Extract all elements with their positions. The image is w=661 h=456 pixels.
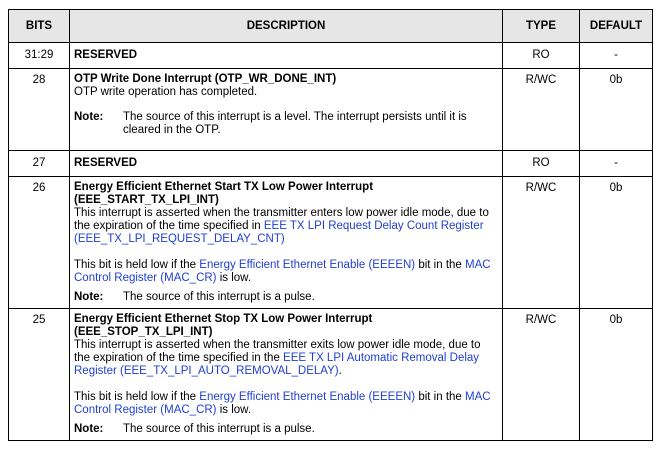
- field-title: OTP Write Done Interrupt (OTP_WR_DONE_IN…: [74, 73, 337, 85]
- note: Note: The source of this interrupt is a …: [74, 423, 498, 436]
- description-text: .: [338, 365, 342, 377]
- page: BITS DESCRIPTION TYPE DEFAULT 31:29 RESE…: [0, 0, 661, 456]
- bits-value: 31:29: [24, 49, 54, 61]
- bits-value: 28: [32, 74, 46, 86]
- table-row: 25 Energy Efficient Ethernet Stop TX Low…: [8, 308, 653, 441]
- header-bits: BITS: [8, 9, 70, 43]
- type-cell: R/WC: [502, 176, 580, 309]
- description-cell: Energy Efficient Ethernet Stop TX Low Po…: [69, 308, 503, 441]
- condition-text: bit in the: [415, 259, 466, 271]
- type-value: R/WC: [525, 182, 557, 194]
- default-cell: -: [579, 42, 653, 69]
- type-cell: R/WC: [502, 308, 580, 441]
- description-cell: RESERVED: [69, 150, 503, 177]
- type-value: RO: [532, 49, 550, 61]
- note: Note: The source of this interrupt is a …: [74, 111, 498, 137]
- type-cell: RO: [502, 150, 580, 177]
- default-value: 0b: [609, 314, 623, 326]
- header-description: DESCRIPTION: [69, 9, 503, 43]
- note-text: The source of this interrupt is a pulse.: [123, 423, 315, 435]
- bits-cell: 27: [8, 150, 70, 177]
- bits-cell: 26: [8, 176, 70, 309]
- field-description: This interrupt is asserted when the tran…: [74, 207, 498, 246]
- table-row: 28 OTP Write Done Interrupt (OTP_WR_DONE…: [8, 68, 653, 151]
- note: Note: The source of this interrupt is a …: [74, 291, 498, 304]
- note-text: The source of this interrupt is a level.…: [123, 111, 467, 136]
- condition-text: This bit is held low if the: [74, 259, 200, 271]
- type-value: R/WC: [525, 314, 557, 326]
- table-header-row: BITS DESCRIPTION TYPE DEFAULT: [8, 9, 653, 43]
- description-cell: Energy Efficient Ethernet Start TX Low P…: [69, 176, 503, 309]
- bits-value: 27: [32, 157, 46, 169]
- table-row: 27 RESERVED RO -: [8, 150, 653, 177]
- field-description: OTP write operation has completed.: [74, 86, 258, 98]
- default-cell: -: [579, 150, 653, 177]
- type-value: R/WC: [525, 74, 557, 86]
- default-value: -: [614, 49, 618, 61]
- field-condition: This bit is held low if the Energy Effic…: [74, 391, 498, 417]
- type-cell: RO: [502, 42, 580, 69]
- header-type: TYPE: [502, 9, 580, 43]
- note-label: Note:: [74, 423, 104, 435]
- bits-cell: 25: [8, 308, 70, 441]
- bits-cell: 31:29: [8, 42, 70, 69]
- default-cell: 0b: [579, 68, 653, 151]
- register-bit-table: BITS DESCRIPTION TYPE DEFAULT 31:29 RESE…: [8, 9, 653, 441]
- condition-text: bit in the: [415, 391, 466, 403]
- table-row: 31:29 RESERVED RO -: [8, 42, 653, 69]
- field-description: This interrupt is asserted when the tran…: [74, 339, 498, 378]
- default-cell: 0b: [579, 308, 653, 441]
- default-value: -: [614, 157, 618, 169]
- condition-text: This bit is held low if the: [74, 391, 200, 403]
- field-condition: This bit is held low if the Energy Effic…: [74, 259, 498, 285]
- note-label: Note:: [74, 111, 104, 123]
- condition-text: is low.: [216, 404, 252, 416]
- bits-cell: 28: [8, 68, 70, 151]
- bits-value: 26: [32, 182, 46, 194]
- bits-value: 25: [32, 314, 46, 326]
- default-cell: 0b: [579, 176, 653, 309]
- description-cell: RESERVED: [69, 42, 503, 69]
- description-cell: OTP Write Done Interrupt (OTP_WR_DONE_IN…: [69, 68, 503, 151]
- note-label: Note:: [74, 291, 104, 303]
- field-title: RESERVED: [74, 157, 138, 169]
- default-value: 0b: [609, 182, 623, 194]
- note-text: The source of this interrupt is a pulse.: [123, 291, 315, 303]
- default-value: 0b: [609, 74, 623, 86]
- field-link[interactable]: Energy Efficient Ethernet Enable (EEEEN): [199, 391, 415, 403]
- field-link[interactable]: Energy Efficient Ethernet Enable (EEEEN): [199, 259, 415, 271]
- field-title: Energy Efficient Ethernet Stop TX Low Po…: [74, 313, 373, 338]
- condition-text: is low.: [216, 272, 252, 284]
- type-cell: R/WC: [502, 68, 580, 151]
- field-title: RESERVED: [74, 49, 138, 61]
- header-default: DEFAULT: [579, 9, 653, 43]
- type-value: RO: [532, 157, 550, 169]
- table-row: 26 Energy Efficient Ethernet Start TX Lo…: [8, 176, 653, 309]
- field-title: Energy Efficient Ethernet Start TX Low P…: [74, 181, 374, 206]
